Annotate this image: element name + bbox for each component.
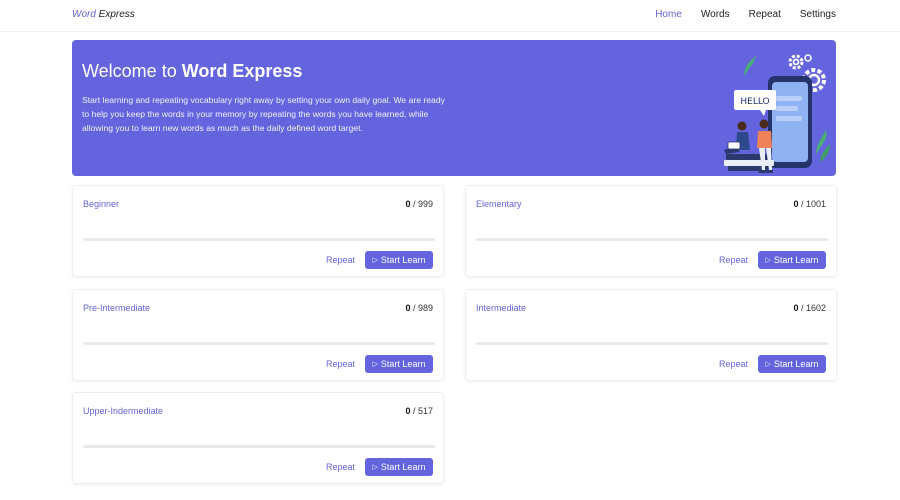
level-count: 0 / 1001 [793, 199, 826, 209]
level-title[interactable]: Upper-Indermediate [83, 406, 163, 416]
start-learn-button[interactable]: ▷ Start Learn [365, 355, 433, 373]
total-count: 1602 [805, 303, 826, 313]
level-card-beginner: Beginner 0 / 999 Repeat ▷ Start Learn [72, 185, 444, 277]
total-count: 999 [417, 199, 433, 209]
main-nav: Home Words Repeat Settings [655, 9, 836, 20]
level-title[interactable]: Pre-Intermediate [83, 303, 150, 313]
start-learn-button[interactable]: ▷ Start Learn [758, 355, 826, 373]
repeat-button[interactable]: Repeat [719, 359, 748, 369]
level-count: 0 / 989 [405, 303, 433, 313]
total-count: 989 [417, 303, 433, 313]
hero-title-prefix: Welcome to [82, 61, 182, 81]
level-progress-bar [476, 342, 828, 345]
hero-title-brand: Word Express [181, 61, 303, 81]
brand-rest: Express [95, 9, 135, 20]
top-navbar: Word Express Home Words Repeat Settings [0, 0, 900, 32]
gear-icon-small [788, 54, 804, 70]
learned-count: 0 [405, 406, 411, 416]
level-card-upper-intermediate: Upper-Indermediate 0 / 517 Repeat ▷ Start… [72, 392, 444, 484]
level-count: 0 / 1602 [793, 303, 826, 313]
hello-bubble-text: HELLO [740, 97, 769, 107]
learned-count: 0 [405, 199, 411, 209]
level-title[interactable]: Intermediate [476, 303, 526, 313]
brand-word: Word [72, 9, 96, 20]
brand-logo[interactable]: Word Express [72, 9, 135, 20]
level-progress-bar [83, 342, 435, 345]
level-progress-bar [83, 445, 435, 448]
level-count: 0 / 517 [405, 406, 433, 416]
play-icon: ▷ [765, 360, 771, 368]
repeat-button[interactable]: Repeat [326, 255, 355, 265]
start-learn-label: Start Learn [773, 255, 819, 265]
level-progress-bar [83, 238, 435, 241]
hero-description: Start learning and repeating vocabulary … [82, 95, 445, 133]
level-title[interactable]: Elementary [476, 199, 522, 209]
level-card-pre-intermediate: Pre-Intermediate 0 / 989 Repeat ▷ Start L… [72, 289, 444, 381]
nav-settings[interactable]: Settings [800, 9, 836, 20]
hero-title: Welcome to Word Express [82, 61, 302, 82]
level-card-intermediate: Intermediate 0 / 1602 Repeat ▷ Start Lear… [465, 289, 837, 381]
nav-words[interactable]: Words [701, 9, 730, 20]
repeat-button[interactable]: Repeat [326, 359, 355, 369]
learning-illustration: HELLO [724, 54, 830, 173]
play-icon: ▷ [372, 256, 378, 264]
level-card-elementary: Elementary 0 / 1001 Repeat ▷ Start Learn [465, 185, 837, 277]
learned-count: 0 [405, 303, 411, 313]
start-learn-button[interactable]: ▷ Start Learn [365, 458, 433, 476]
nav-home[interactable]: Home [655, 9, 682, 20]
play-icon: ▷ [372, 360, 378, 368]
nav-repeat[interactable]: Repeat [749, 9, 781, 20]
repeat-button[interactable]: Repeat [719, 255, 748, 265]
total-count: 517 [417, 406, 433, 416]
level-title[interactable]: Beginner [83, 199, 119, 209]
play-icon: ▷ [372, 463, 378, 471]
welcome-banner: Welcome to Word Express Start learning a… [72, 40, 836, 176]
start-learn-button[interactable]: ▷ Start Learn [365, 251, 433, 269]
start-learn-label: Start Learn [773, 359, 819, 369]
level-progress-bar [476, 238, 828, 241]
start-learn-label: Start Learn [380, 359, 426, 369]
total-count: 1001 [805, 199, 826, 209]
start-learn-label: Start Learn [380, 255, 426, 265]
learned-count: 0 [793, 303, 799, 313]
start-learn-label: Start Learn [380, 462, 426, 472]
repeat-button[interactable]: Repeat [326, 462, 355, 472]
learned-count: 0 [793, 199, 799, 209]
level-count: 0 / 999 [405, 199, 433, 209]
play-icon: ▷ [765, 256, 771, 264]
start-learn-button[interactable]: ▷ Start Learn [758, 251, 826, 269]
